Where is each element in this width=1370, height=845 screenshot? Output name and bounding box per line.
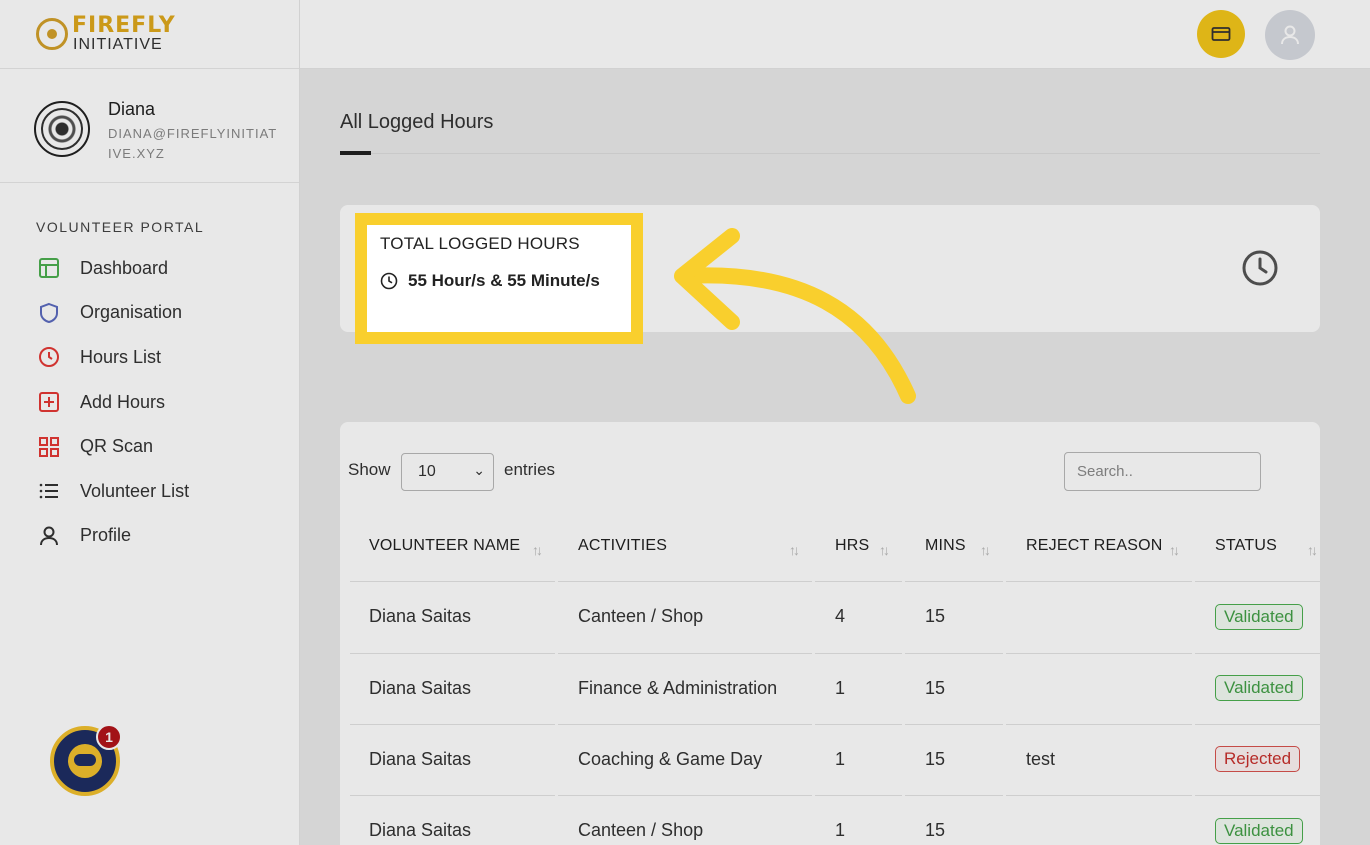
brand-logo[interactable]: FIREFLY INITIATIVE [0, 0, 299, 69]
row-divider [350, 795, 1320, 797]
layout-icon [36, 255, 62, 281]
user-panel: Diana DIANA@FIREFLYINITIATIVE.XYZ [0, 69, 299, 183]
total-hours-value: 55 Hour/s & 55 Minute/s [408, 271, 600, 290]
sidebar-item-label: Volunteer List [80, 480, 190, 501]
column-divider [1192, 581, 1195, 845]
sort-icon[interactable]: ↑↓ [789, 542, 800, 558]
sort-icon[interactable]: ↑↓ [980, 542, 991, 558]
credit-card-icon [1211, 27, 1231, 41]
row-divider [350, 653, 1320, 655]
cell-mins: 15 [925, 678, 946, 698]
entries-select[interactable]: 10 ⌄ [401, 453, 494, 491]
sort-icon[interactable]: ↑↓ [1169, 542, 1180, 558]
cell-activity: Canteen / Shop [578, 820, 704, 840]
brand-line-1: FIREFLY [72, 13, 176, 38]
clock-icon [36, 344, 62, 370]
column-header-hrs[interactable]: HRS [835, 537, 869, 555]
column-divider [555, 581, 558, 845]
total-hours-value-row: 55 Hour/s & 55 Minute/s [380, 271, 600, 291]
entries-value: 10 [418, 463, 436, 480]
status-badge: Rejected [1215, 746, 1301, 772]
status-badge: Validated [1215, 604, 1303, 630]
robot-icon [68, 744, 102, 778]
sort-icon[interactable]: ↑↓ [879, 542, 890, 558]
cell-activity: Coaching & Game Day [578, 749, 763, 769]
cell-mins: 15 [925, 820, 946, 840]
cell-volunteer-name: Diana Saitas [369, 606, 472, 626]
sidebar-nav: Dashboard Organisation Hours List Add Ho… [36, 246, 189, 558]
sidebar-item-add-hours[interactable]: Add Hours [36, 380, 189, 425]
column-divider [1003, 581, 1006, 845]
cell-volunteer-name: Diana Saitas [369, 678, 472, 698]
title-accent-bar [340, 151, 371, 155]
sidebar-item-dashboard[interactable]: Dashboard [36, 246, 189, 291]
sidebar-item-hours-list[interactable]: Hours List [36, 335, 189, 380]
row-divider [350, 724, 1320, 726]
clock-icon [380, 272, 398, 290]
title-divider [340, 153, 1320, 154]
shield-icon [36, 300, 62, 326]
user-icon [36, 523, 62, 549]
firefly-logo-icon [36, 18, 68, 50]
sidebar-item-label: Hours List [80, 346, 162, 367]
user-email: DIANA@FIREFLYINITIATIVE.XYZ [108, 126, 278, 161]
grid-icon [36, 434, 62, 460]
column-header-mins[interactable]: MINS [925, 537, 966, 555]
chevron-down-icon: ⌄ [473, 462, 485, 478]
sidebar-item-profile[interactable]: Profile [36, 514, 189, 559]
cell-hrs: 1 [835, 820, 846, 840]
cell-volunteer-name: Diana Saitas [369, 749, 472, 769]
total-hours-title: TOTAL LOGGED HOURS [380, 234, 580, 253]
list-icon [36, 478, 62, 504]
column-header-reject-reason[interactable]: REJECT REASON [1026, 537, 1163, 555]
column-header-volunteer-name[interactable]: VOLUNTEER NAME [369, 537, 520, 555]
pointer-arrow-icon [674, 228, 916, 404]
cell-activity: Canteen / Shop [578, 606, 704, 626]
column-header-status[interactable]: STATUS [1215, 537, 1277, 555]
user-name: Diana [108, 99, 156, 119]
cell-hrs: 1 [835, 749, 846, 769]
cell-activity: Finance & Administration [578, 678, 778, 698]
clock-icon [1242, 250, 1278, 286]
avatar [34, 101, 90, 157]
portal-section-title: VOLUNTEER PORTAL [36, 219, 205, 235]
entries-label: entries [504, 460, 556, 479]
plus-square-icon [36, 389, 62, 415]
sort-icon[interactable]: ↑↓ [532, 542, 543, 558]
sidebar-item-volunteer-list[interactable]: Volunteer List [36, 469, 189, 514]
sidebar-item-label: Organisation [80, 302, 183, 323]
cell-hrs: 1 [835, 678, 846, 698]
status-badge: Validated [1215, 818, 1303, 844]
sidebar-item-qr-scan[interactable]: QR Scan [36, 424, 189, 469]
sidebar-item-organisation[interactable]: Organisation [36, 291, 189, 336]
cell-mins: 15 [925, 606, 946, 626]
chatbot-launcher[interactable]: 1 [50, 724, 122, 796]
column-divider [812, 581, 815, 845]
sidebar-item-label: Profile [80, 525, 132, 546]
sidebar-item-label: Add Hours [80, 391, 166, 412]
brand-line-2: INITIATIVE [73, 36, 163, 53]
notification-badge: 1 [96, 724, 122, 750]
column-divider [902, 581, 905, 845]
cell-hrs: 4 [835, 606, 846, 626]
cell-volunteer-name: Diana Saitas [369, 820, 472, 840]
cell-reject-reason: test [1026, 749, 1056, 769]
show-label: Show [348, 460, 391, 479]
sort-icon[interactable]: ↑↓ [1307, 542, 1318, 558]
column-header-activities[interactable]: ACTIVITIES [578, 537, 667, 555]
cell-mins: 15 [925, 749, 946, 769]
account-button[interactable] [1265, 10, 1315, 60]
sidebar-item-label: Dashboard [80, 257, 169, 278]
page-title: All Logged Hours [340, 111, 494, 133]
search-input[interactable] [1064, 452, 1261, 491]
status-badge: Validated [1215, 675, 1303, 701]
billing-button[interactable] [1197, 10, 1245, 58]
row-divider [350, 581, 1320, 583]
user-icon [1281, 25, 1299, 45]
sidebar-item-label: QR Scan [80, 436, 154, 457]
